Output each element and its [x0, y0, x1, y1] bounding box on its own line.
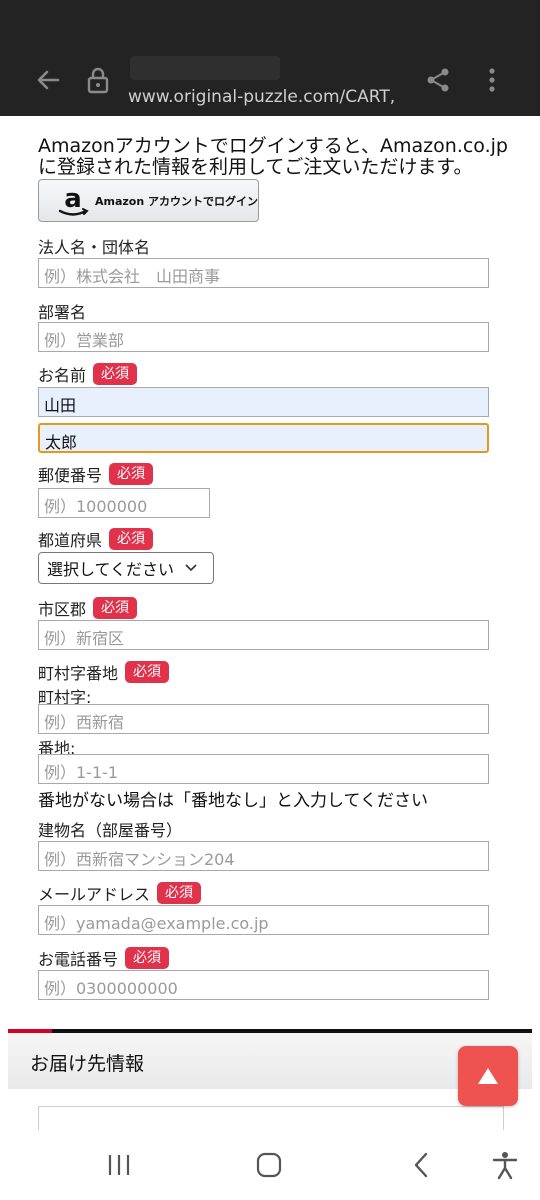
- svg-text:a: a: [64, 183, 82, 213]
- department-label-text: 部署名: [38, 303, 87, 322]
- home-icon[interactable]: [254, 1150, 284, 1180]
- amazon-login-description: Amazonアカウントでログインすると、Amazon.co.jpに登録された情報…: [38, 135, 508, 178]
- last-name-input[interactable]: 山田: [38, 387, 489, 417]
- email-label-text: メールアドレス: [38, 885, 151, 904]
- required-badge: 必須: [157, 882, 202, 904]
- phone-input[interactable]: 例）0300000000: [38, 970, 489, 1000]
- required-badge: 必須: [125, 661, 170, 683]
- more-vert-icon[interactable]: [484, 66, 500, 94]
- delivery-section-body: [38, 1106, 504, 1130]
- department-label: 部署名: [38, 299, 86, 323]
- amazon-login-button[interactable]: a Amazon アカウントでログイン: [38, 179, 259, 222]
- prefecture-select[interactable]: 選択してください: [38, 552, 214, 584]
- recent-apps-icon[interactable]: [104, 1150, 134, 1180]
- page-title-placeholder: [130, 56, 280, 80]
- address-note: 番地がない場合は「番地なし」と入力してください: [38, 791, 428, 811]
- amazon-logo-icon: a: [58, 183, 89, 216]
- postal-code-input[interactable]: 例）1000000: [38, 488, 210, 518]
- town-input[interactable]: 例）西新宿: [38, 704, 489, 734]
- lock-icon[interactable]: [86, 66, 110, 94]
- department-input[interactable]: 例）営業部: [38, 322, 489, 352]
- prefecture-label: 都道府県 必須: [38, 527, 154, 551]
- street-number-input[interactable]: 例）1-1-1: [38, 754, 489, 784]
- phone-label-text: お電話番号: [38, 950, 119, 969]
- phone-label: お電話番号 必須: [38, 946, 170, 970]
- required-badge: 必須: [93, 363, 138, 385]
- required-badge: 必須: [109, 528, 154, 550]
- email-label: メールアドレス 必須: [38, 881, 202, 905]
- required-badge: 必須: [125, 947, 170, 969]
- building-label-text: 建物名（部屋番号）: [38, 821, 183, 840]
- city-label: 市区郡 必須: [38, 596, 138, 620]
- required-badge: 必須: [93, 597, 138, 619]
- name-label: お名前 必須: [38, 362, 138, 386]
- city-input[interactable]: 例）新宿区: [38, 620, 489, 650]
- postal-label-text: 郵便番号: [38, 466, 103, 485]
- first-name-input[interactable]: 太郎: [38, 423, 489, 453]
- prefecture-selected-value: 選択してください: [47, 560, 175, 579]
- share-icon[interactable]: [424, 66, 452, 94]
- browser-toolbar: www.original-puzzle.com/CART,: [0, 0, 540, 116]
- system-navigation-bar: [0, 1130, 540, 1200]
- company-label: 法人名・団体名: [38, 234, 150, 258]
- company-input[interactable]: 例）株式会社 山田商事: [38, 258, 489, 288]
- postal-label: 郵便番号 必須: [38, 462, 154, 486]
- email-input[interactable]: 例）yamada@example.co.jp: [38, 905, 489, 935]
- address-label: 町村字番地 必須: [38, 660, 170, 684]
- delivery-section-title: お届け先情報: [30, 1053, 145, 1075]
- required-badge: 必須: [109, 463, 154, 485]
- chevron-down-icon: [185, 564, 197, 572]
- building-label: 建物名（部屋番号）: [38, 817, 182, 841]
- amazon-login-label: Amazon アカウントでログイン: [94, 194, 258, 208]
- scroll-to-top-button[interactable]: [458, 1046, 518, 1106]
- address-label-text: 町村字番地: [38, 664, 119, 683]
- back-arrow-icon[interactable]: [34, 66, 62, 94]
- address-bar-url[interactable]: www.original-puzzle.com/CART,: [128, 87, 395, 107]
- accessibility-icon[interactable]: [490, 1150, 520, 1180]
- triangle-up-icon: [478, 1068, 498, 1084]
- company-label-text: 法人名・団体名: [38, 238, 151, 257]
- city-label-text: 市区郡: [38, 600, 87, 619]
- checkout-form-page: Amazonアカウントでログインすると、Amazon.co.jpに登録された情報…: [0, 116, 540, 1130]
- prefecture-label-text: 都道府県: [38, 531, 103, 550]
- back-icon[interactable]: [406, 1150, 436, 1180]
- building-input[interactable]: 例）西新宿マンション204: [38, 841, 489, 871]
- delivery-section-header[interactable]: お届け先情報: [8, 1033, 532, 1089]
- name-label-text: お名前: [38, 366, 87, 385]
